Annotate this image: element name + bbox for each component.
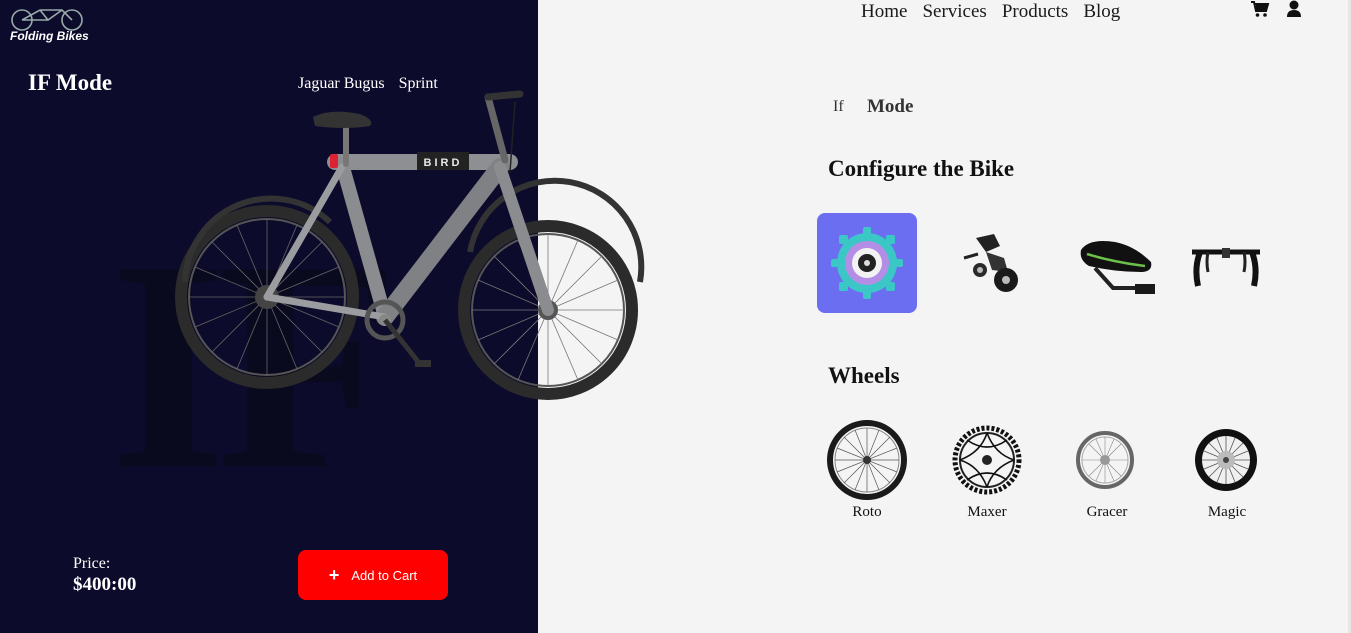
- saddle-icon: [1080, 241, 1155, 294]
- nav-home[interactable]: Home: [861, 0, 907, 24]
- saddle-shape: [313, 111, 372, 128]
- part-handlebar[interactable]: [1176, 213, 1276, 313]
- mode-title: Mode: [867, 96, 914, 117]
- gear-sprocket-icon: [831, 227, 903, 299]
- price-value: $400:00: [73, 574, 137, 595]
- wheel-maxer-label: Maxer: [967, 504, 1007, 520]
- part-gear-sprocket[interactable]: [817, 213, 917, 313]
- product-title: IF Mode: [28, 70, 113, 95]
- cart-icon[interactable]: [1250, 0, 1270, 18]
- wheel-magic-label: Magic: [1207, 504, 1247, 520]
- derailleur-icon: [963, 234, 1018, 292]
- top-nav: Home Services Products Blog: [861, 0, 1135, 24]
- wheels-heading: Wheels: [828, 363, 900, 388]
- brand-name[interactable]: Folding Bikes: [10, 29, 89, 43]
- nav-services[interactable]: Services: [922, 0, 986, 24]
- wheel-maxer-icon[interactable]: [951, 424, 1023, 496]
- handlebar-icon: [1192, 248, 1260, 287]
- wheel-magic-icon[interactable]: [1192, 426, 1260, 494]
- add-to-cart-label: Add to Cart: [351, 567, 418, 583]
- add-to-cart-button[interactable]: + Add to Cart: [298, 550, 448, 600]
- bike-image: BIRD: [175, 90, 645, 400]
- mode-subtitle: If: [833, 98, 844, 115]
- plus-icon: +: [328, 565, 340, 585]
- user-icon[interactable]: [1286, 0, 1302, 18]
- configure-heading: Configure the Bike: [828, 156, 1015, 181]
- wheel-roto-icon[interactable]: [826, 419, 908, 501]
- wheel-roto-label: Roto: [852, 504, 882, 520]
- front-wheel: [458, 177, 645, 400]
- frame-brand-text: BIRD: [424, 157, 463, 169]
- wheel-gracer-label: Gracer: [1086, 504, 1128, 520]
- nav-products[interactable]: Products: [1002, 0, 1069, 24]
- part-saddle[interactable]: [1066, 213, 1166, 313]
- wheel-gracer-icon[interactable]: [1075, 430, 1135, 490]
- part-derailleur[interactable]: [941, 213, 1041, 313]
- price-label: Price:: [73, 555, 111, 572]
- nav-blog[interactable]: Blog: [1083, 0, 1120, 24]
